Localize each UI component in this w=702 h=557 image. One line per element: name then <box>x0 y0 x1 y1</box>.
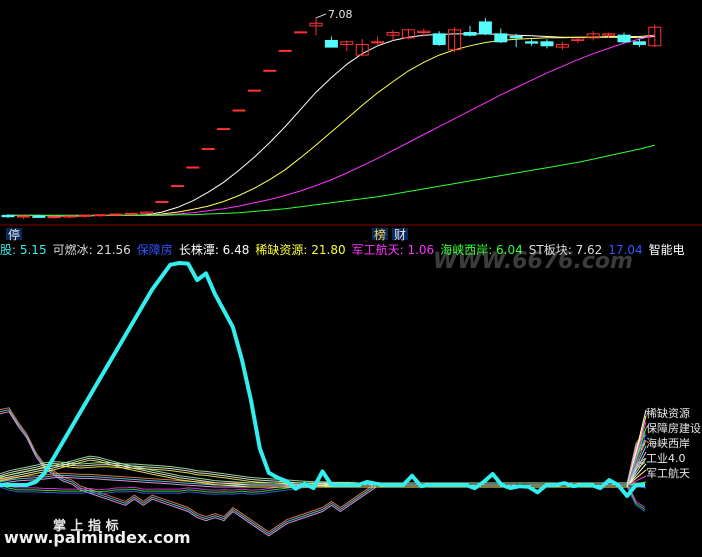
ma-line-green <box>8 144 655 216</box>
chart-window: 7.08 停 榜财 股: 5.15 可燃冰: 21.56 保障房 长株潭: 6.48 稀缺资… <box>0 0 702 557</box>
ma-line-magenta <box>8 34 655 216</box>
right-label: 海峡西岸 <box>646 437 690 450</box>
candle-body <box>371 41 385 44</box>
legend-item: 稀缺资源: 21.80 <box>255 243 346 257</box>
badge-text: 榜 <box>374 227 386 242</box>
chart-canvas: 7.08 停 榜财 <box>0 8 702 537</box>
candle-body <box>170 185 184 188</box>
legend-item: 股: 5.15 <box>0 243 47 257</box>
watermark-top-text: WWW.6676.com <box>433 249 633 274</box>
candle-body <box>16 215 30 218</box>
legend-item: 长株潭: 6.48 <box>178 243 250 257</box>
high-marker-line <box>315 13 327 19</box>
candle-body <box>109 213 123 216</box>
candle-body <box>294 31 308 34</box>
candle-body <box>93 214 107 217</box>
right-label: 军工航天 <box>646 467 690 480</box>
watermark-bottom-text: www.palmindex.com <box>4 528 191 547</box>
candle-body <box>32 215 46 218</box>
candle-body <box>324 39 338 48</box>
candle-body <box>278 49 292 52</box>
candle-body <box>509 36 523 39</box>
watermark-bottom: www.palmindex.com <box>4 528 191 547</box>
candle-body <box>232 109 246 112</box>
legend-item: 保障房 <box>136 243 173 257</box>
candle-body <box>494 33 508 43</box>
candle-body <box>617 34 631 43</box>
candle-body <box>47 216 61 219</box>
candle-body <box>478 21 492 35</box>
watermark-top: WWW.6676.com <box>433 249 633 274</box>
legend-item: 可燃冰: 21.56 <box>52 243 131 257</box>
candle-body <box>155 200 169 203</box>
candle-body <box>525 41 539 44</box>
candle-body <box>263 69 277 72</box>
candle-body <box>78 214 92 217</box>
candle-body <box>1 214 15 218</box>
ma-line-yellow <box>8 34 655 216</box>
high-price-label: 7.08 <box>328 8 353 21</box>
candle-body <box>247 89 261 92</box>
candle-body <box>124 212 138 215</box>
badge-text: 财 <box>394 228 406 242</box>
right-label: 保障房建设 <box>646 422 701 435</box>
ma-line-white <box>8 33 655 217</box>
sector-line <box>0 484 646 510</box>
candle-body <box>463 32 477 36</box>
candle-body <box>432 33 446 45</box>
legend-item: 军工航天: 1.06 <box>351 243 435 257</box>
sector-line <box>0 443 646 488</box>
candle-body <box>63 215 77 218</box>
candle-body <box>186 166 200 169</box>
candle-body <box>217 128 231 131</box>
right-label-stack: 稀缺资源 保障房建设 海峡西岸 工业4.0 军工航天 <box>646 406 702 481</box>
right-label: 稀缺资源 <box>646 407 690 420</box>
badge-text: 停 <box>8 227 20 242</box>
right-label: 工业4.0 <box>646 452 686 465</box>
candle-body <box>632 41 646 45</box>
legend-item: 智能电 <box>648 243 685 257</box>
candle-body <box>540 41 554 47</box>
candle-body <box>201 147 215 150</box>
